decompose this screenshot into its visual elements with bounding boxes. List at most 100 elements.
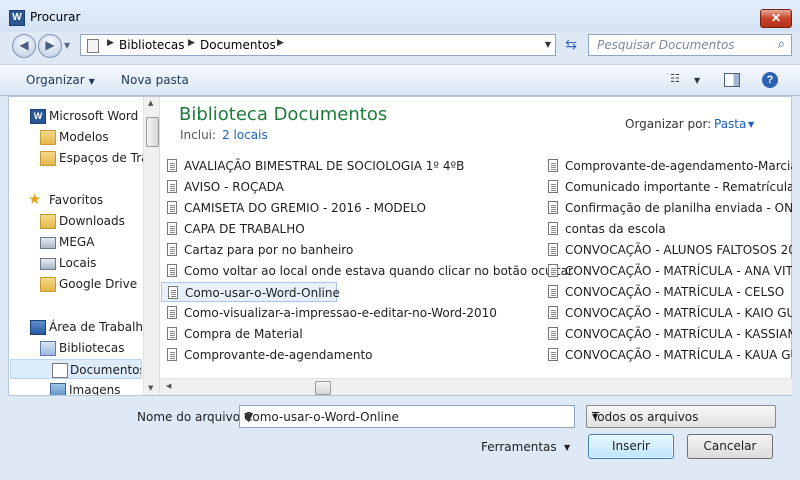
file-item[interactable]: Compra de Material [161,324,541,344]
search-icon[interactable]: ⌕ [778,37,785,52]
filename-dropdown-icon[interactable]: ▼ [244,410,570,424]
nav-item-mega[interactable]: MEGA [9,232,149,252]
file-name: CONVOCAÇÃO - MATRÍCULA - KAUA GUST [565,348,792,362]
nav-item-area-de-trabalho[interactable]: Área de Trabalho [9,317,149,337]
organize-menu-button[interactable]: Organizar ▼ [26,73,95,87]
desktop-icon [30,320,46,335]
insert-button[interactable]: Inserir [588,434,674,459]
file-type-select[interactable]: Todos os arquivos ▼ [586,405,776,428]
file-name: Compra de Material [184,327,303,341]
document-icon [167,306,177,319]
file-item[interactable]: CONVOCAÇÃO - MATRÍCULA - KASSIANE [542,324,792,344]
breadcrumb-documentos[interactable]: Documentos [200,38,276,52]
preview-pane-icon[interactable] [724,73,740,87]
refresh-icon[interactable]: ⇆ [560,36,582,54]
browser-content: W Microsoft Word Modelos Espaços de Trab… [8,96,792,396]
file-item[interactable]: Como-usar-o-Word-Online [161,282,340,302]
file-name: CONVOCAÇÃO - MATRÍCULA - CELSO [565,285,785,299]
filename-label: Nome do arquivo: [137,410,245,424]
library-title: Biblioteca Documentos [179,104,388,125]
nav-item-locais[interactable]: Locais [9,253,149,273]
new-folder-button[interactable]: Nova pasta [121,73,189,87]
file-item[interactable]: Cartaz para por no banheiro [161,240,541,260]
document-icon [548,285,558,298]
nav-scrollbar[interactable]: ▲ ▼ [143,97,159,395]
file-item[interactable]: AVALIAÇÃO BIMESTRAL DE SOCIOLOGIA 1º 4ºB [161,156,541,176]
close-button[interactable]: ✕ [760,9,792,28]
breadcrumb-bibliotecas[interactable]: Bibliotecas [119,38,184,52]
google-drive-folder-icon [40,277,56,292]
file-item[interactable]: CONVOCAÇÃO - MATRÍCULA - KAUA GUST [542,345,792,365]
horizontal-scrollbar[interactable]: ◀ [160,378,792,395]
nav-item-label: Locais [59,256,97,270]
scroll-up-icon[interactable]: ▲ [148,99,153,107]
document-icon [548,264,558,277]
nav-item-label: Microsoft Word [49,109,139,123]
file-item[interactable]: CAPA DE TRABALHO [161,219,541,239]
nav-scroll-thumb[interactable] [146,117,159,147]
breadcrumb-separator-icon[interactable]: ▶ [188,38,195,48]
includes-label: Inclui: [180,128,217,142]
drive-icon [40,237,56,249]
locations-link[interactable]: 2 locais [222,128,268,142]
breadcrumb-separator-icon[interactable]: ▶ [107,38,114,48]
address-dropdown-icon[interactable]: ▼ [545,40,551,49]
tools-menu-button[interactable]: Ferramentas [481,440,557,454]
file-item[interactable]: CONVOCAÇÃO - MATRÍCULA - ANA VITÓR [542,261,792,281]
search-input[interactable]: Pesquisar Documentos [597,38,735,52]
search-box[interactable]: Pesquisar Documentos ⌕ [588,34,792,56]
file-item[interactable]: CONVOCAÇÃO - MATRÍCULA - KAIO GUTI [542,303,792,323]
file-name: CONVOCAÇÃO - MATRÍCULA - KASSIANE [565,327,792,341]
window-title: Procurar [30,10,81,24]
breadcrumb-separator-icon[interactable]: ▶ [277,38,284,48]
folder-icon [40,130,56,145]
scroll-down-icon[interactable]: ▼ [148,384,153,392]
file-item[interactable]: Comprovante-de-agendamento-Marcia-Jul [542,156,792,176]
nav-item-imagens[interactable]: Imagens [9,380,149,395]
file-item[interactable]: Como-visualizar-a-impressao-e-editar-no-… [161,303,541,323]
address-bar[interactable]: ▶ Bibliotecas ▶ Documentos ▶ ▼ [80,34,556,56]
file-name: Como voltar ao local onde estava quando … [184,264,573,278]
horizontal-scroll-thumb[interactable] [315,381,331,395]
filename-field[interactable]: Como-usar-o-Word-Online ▼ [239,405,575,428]
nav-item-label: Bibliotecas [59,341,125,355]
folder-icon [40,151,56,166]
nav-item-microsoft-word[interactable]: W Microsoft Word [9,106,149,126]
nav-item-bibliotecas[interactable]: Bibliotecas [9,338,149,358]
nav-item-espacos-de-trabalho[interactable]: Espaços de Trab [9,148,149,168]
scroll-left-icon[interactable]: ◀ [166,382,171,390]
help-icon[interactable]: ? [762,72,778,88]
file-item[interactable]: CAMISETA DO GREMIO - 2016 - MODELO [161,198,541,218]
file-item[interactable]: Como voltar ao local onde estava quando … [161,261,573,281]
back-arrow-icon: ◀ [19,38,29,52]
nav-item-google-drive[interactable]: Google Drive [9,274,149,294]
file-item[interactable]: Confirmação de planilha enviada - ONC [542,198,792,218]
file-item[interactable]: Comprovante-de-agendamento [161,345,541,365]
chevron-down-icon: ▼ [88,77,95,86]
recent-locations-dropdown[interactable]: ▼ [64,41,70,50]
view-dropdown-icon[interactable]: ▼ [694,76,700,85]
file-item[interactable]: Comunicado importante - Rematrícula [542,177,792,197]
view-options-icon[interactable]: ☷ [670,72,684,86]
arrange-by-dropdown[interactable]: Pasta [714,117,746,131]
document-icon [548,201,558,214]
forward-button[interactable]: ▶ [38,34,62,58]
file-name: CONVOCAÇÃO - MATRÍCULA - ANA VITÓR [565,264,792,278]
file-item[interactable]: CONVOCAÇÃO - ALUNOS FALTOSOS 2019 [542,240,792,260]
chevron-down-icon[interactable]: ▼ [748,120,754,129]
nav-item-favoritos[interactable]: ★ Favoritos [9,190,149,210]
document-icon [167,348,177,361]
file-item[interactable]: contas da escola [542,219,792,239]
file-item[interactable]: CONVOCAÇÃO - MATRÍCULA - CELSO [542,282,792,302]
pictures-icon [50,383,66,395]
back-button[interactable]: ◀ [12,34,36,58]
document-icon [548,159,558,172]
chevron-down-icon[interactable]: ▼ [564,443,570,452]
file-item[interactable]: AVISO - ROÇADA [161,177,541,197]
nav-item-documentos[interactable]: Documentos [10,359,142,379]
nav-item-modelos[interactable]: Modelos [9,127,149,147]
libraries-icon [40,341,56,356]
cancel-button[interactable]: Cancelar [687,434,773,459]
nav-item-downloads[interactable]: Downloads [9,211,149,231]
nav-item-label: Modelos [59,130,109,144]
